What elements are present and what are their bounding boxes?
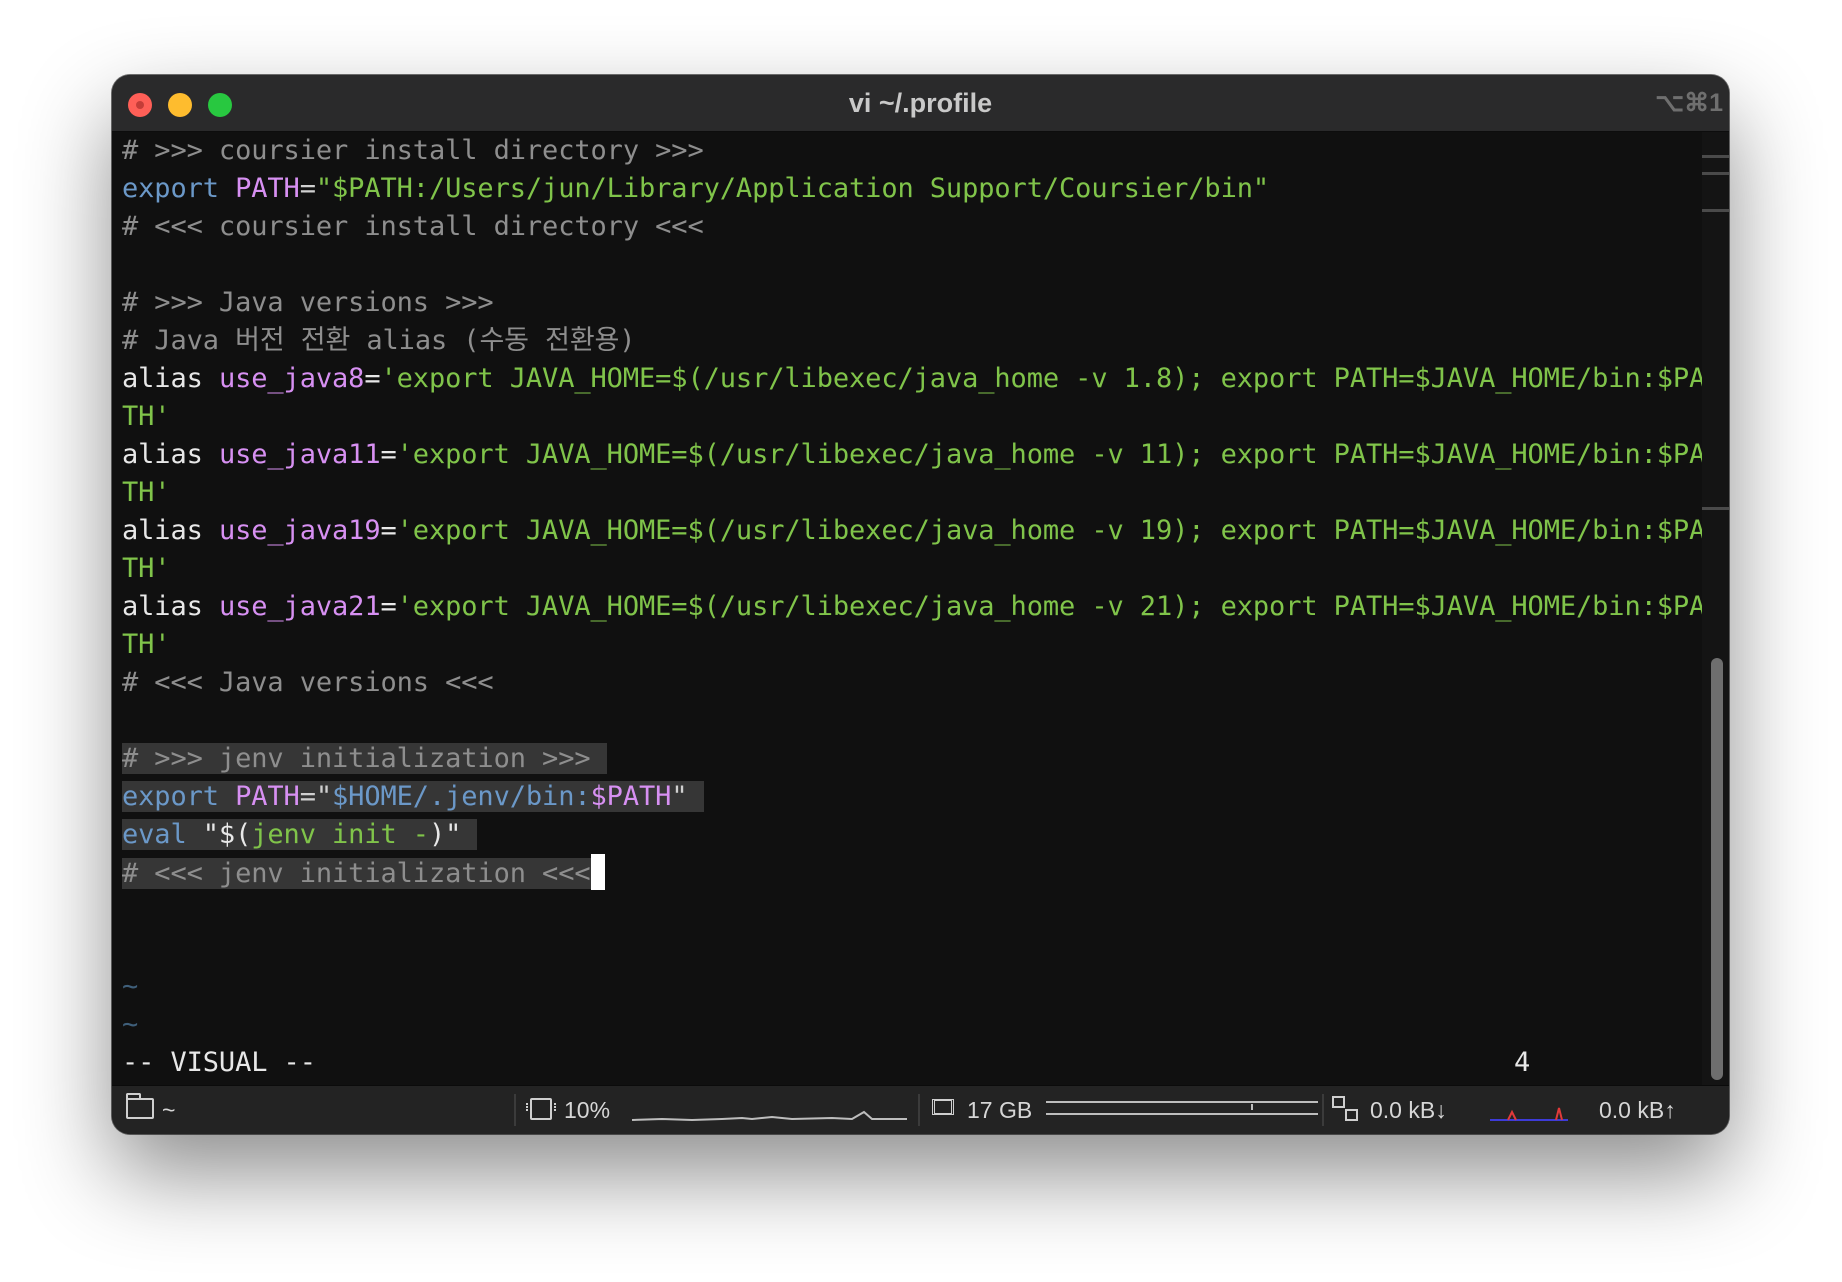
cpu-usage: 10% <box>564 1097 611 1123</box>
code-line: # >>> coursier install directory >>> <box>122 135 704 166</box>
code-line: # <<< coursier install directory <<< <box>122 211 704 242</box>
code-line: alias use_java21='export JAVA_HOME=$(/us… <box>122 591 1706 622</box>
scroll-marker <box>1702 209 1729 212</box>
memory-graph <box>1046 1101 1318 1115</box>
vim-mode-indicator: -- VISUAL -- <box>122 1047 316 1078</box>
scroll-marker <box>1702 155 1729 158</box>
vim-editor[interactable]: # >>> coursier install directory >>> exp… <box>112 132 1706 1132</box>
title-bar: vi ~/.profile ⌥⌘1 <box>112 75 1729 132</box>
code-line: # <<< Java versions <<< <box>122 667 494 698</box>
cpu-sparkline <box>632 1110 907 1122</box>
divider <box>1322 1094 1324 1126</box>
code-line: alias use_java11='export JAVA_HOME=$(/us… <box>122 439 1706 470</box>
selection-count: 4 <box>1514 1047 1531 1078</box>
code-line: alias use_java19='export JAVA_HOME=$(/us… <box>122 515 1706 546</box>
code-line-wrap: TH' <box>122 401 171 432</box>
selected-line: # <<< jenv initialization <<< <box>122 854 605 892</box>
status-bar: ~ 10% 17 GB 0.0 kB↓ 0.0 kB↑ <box>112 1085 1729 1134</box>
code-line: # >>> Java versions >>> <box>122 287 494 318</box>
text-cursor <box>590 854 605 890</box>
empty-line-marker: ~ <box>122 1009 139 1040</box>
code-line-wrap: TH' <box>122 629 171 660</box>
divider <box>514 1094 516 1126</box>
empty-line-marker: ~ <box>122 971 139 1002</box>
cpu-icon <box>526 1098 556 1120</box>
code-line-wrap: TH' <box>122 477 171 508</box>
scrollbar-thumb[interactable] <box>1711 658 1723 1080</box>
selected-line: eval "$(jenv init -)" <box>122 816 478 854</box>
terminal-window: vi ~/.profile ⌥⌘1 # >>> coursier install… <box>112 75 1729 1134</box>
window-shortcut: ⌥⌘1 <box>1655 89 1723 117</box>
scroll-marker <box>1702 172 1729 175</box>
network-download: 0.0 kB↓ <box>1370 1097 1447 1123</box>
selected-line: export PATH="$HOME/.jenv/bin:$PATH" <box>122 778 704 816</box>
code-line-wrap: TH' <box>122 553 171 584</box>
folder-icon <box>126 1093 154 1119</box>
window-title: vi ~/.profile <box>848 88 993 118</box>
network-sparkline <box>1490 1107 1568 1121</box>
divider <box>918 1094 920 1126</box>
memory-usage: 17 GB <box>967 1097 1033 1123</box>
network-icon <box>1332 1096 1360 1122</box>
scroll-marker <box>1702 507 1729 510</box>
cwd-label[interactable]: ~ <box>162 1095 175 1125</box>
code-line: alias use_java8='export JAVA_HOME=$(/usr… <box>122 363 1706 394</box>
network-upload: 0.0 kB↑ <box>1599 1097 1676 1123</box>
code-line: export PATH="$PATH:/Users/jun/Library/Ap… <box>122 173 1270 204</box>
selected-line: # >>> jenv initialization >>> <box>122 740 607 778</box>
memory-icon <box>932 1099 954 1115</box>
code-line: # Java 버전 전환 alias (수동 전환용) <box>122 325 636 356</box>
